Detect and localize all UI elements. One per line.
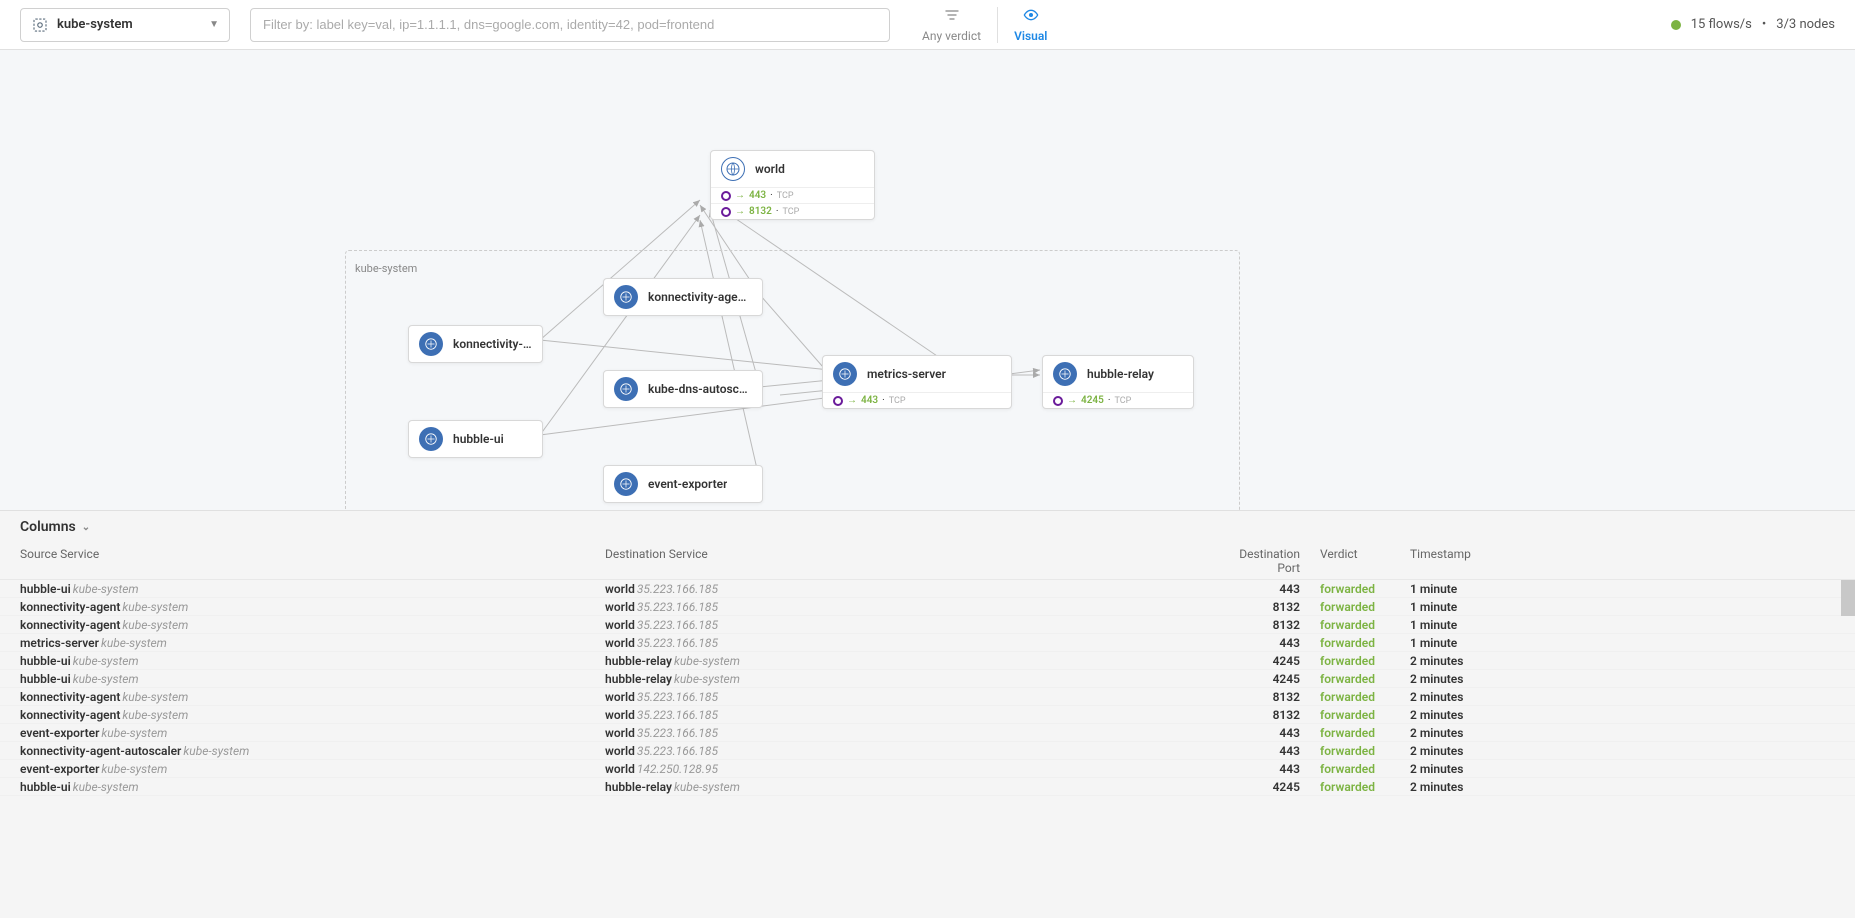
node-metrics-server[interactable]: metrics-server →443·TCP: [822, 355, 1012, 409]
k8s-icon: [614, 377, 638, 401]
col-port[interactable]: Destination Port: [1235, 547, 1320, 575]
node-port: →443·TCP: [711, 187, 874, 203]
namespace-box-label: kube-system: [355, 262, 417, 275]
verdict-icon: [943, 7, 961, 27]
filter-input[interactable]: [250, 8, 890, 42]
node-title: hubble-ui: [453, 432, 504, 446]
table-row[interactable]: hubble-uikube-systemhubble-relaykube-sys…: [0, 670, 1855, 688]
col-dest[interactable]: Destination Service: [605, 547, 1235, 575]
any-verdict-button[interactable]: Any verdict: [906, 3, 997, 47]
table-row[interactable]: konnectivity-agentkube-systemworld35.223…: [0, 688, 1855, 706]
chevron-down-icon: ⌄: [82, 522, 90, 533]
node-title: world: [755, 162, 785, 176]
table-row[interactable]: konnectivity-agent-autoscalerkube-system…: [0, 742, 1855, 760]
node-kube-dns-autoscaler[interactable]: kube-dns-autoscaler: [603, 370, 763, 408]
visual-label: Visual: [1014, 29, 1047, 43]
scrollbar-thumb[interactable]: [1841, 580, 1855, 616]
node-title: konnectivity-agent: [453, 337, 532, 351]
table-row[interactable]: event-exporterkube-systemworld35.223.166…: [0, 724, 1855, 742]
k8s-icon: [1053, 362, 1077, 386]
k8s-icon: [614, 472, 638, 496]
table-header-row: Source Service Destination Service Desti…: [0, 543, 1855, 580]
namespace-select[interactable]: kube-system ▼: [20, 8, 230, 42]
col-verdict[interactable]: Verdict: [1320, 547, 1410, 575]
columns-toggle[interactable]: Columns ⌄: [0, 511, 1855, 543]
topbar: kube-system ▼ Any verdict Visual 15 flow…: [0, 0, 1855, 50]
view-selector: Any verdict Visual: [906, 3, 1063, 47]
node-konnectivity-agent[interactable]: konnectivity-agent: [408, 325, 543, 363]
node-title: metrics-server: [867, 367, 946, 381]
chevron-down-icon: ▼: [209, 19, 219, 30]
eye-icon: [1022, 7, 1040, 27]
table-row[interactable]: konnectivity-agentkube-systemworld35.223…: [0, 616, 1855, 634]
k8s-icon: [833, 362, 857, 386]
col-ts[interactable]: Timestamp: [1410, 547, 1550, 575]
status-bar: 15 flows/s • 3/3 nodes: [1671, 17, 1835, 32]
status-dot-sep: •: [1762, 17, 1766, 32]
flows-table: Columns ⌄ Source Service Destination Ser…: [0, 510, 1855, 796]
node-event-exporter[interactable]: event-exporter: [603, 465, 763, 503]
status-dot-icon: [1671, 20, 1681, 30]
table-row[interactable]: konnectivity-agentkube-systemworld35.223…: [0, 706, 1855, 724]
node-port: →443·TCP: [823, 392, 1011, 408]
nodes-count: 3/3 nodes: [1776, 17, 1835, 32]
k8s-icon: [614, 285, 638, 309]
topology-canvas[interactable]: kube-system world →443·TCP →8132·TCP kon…: [0, 50, 1855, 510]
node-port: →4245·TCP: [1043, 392, 1193, 408]
k8s-icon: [419, 332, 443, 356]
columns-label: Columns: [20, 519, 76, 535]
table-row[interactable]: hubble-uikube-systemhubble-relaykube-sys…: [0, 778, 1855, 796]
node-title: kube-dns-autoscaler: [648, 382, 752, 396]
node-title: konnectivity-agent-autosc...: [648, 290, 752, 304]
node-title: event-exporter: [648, 477, 727, 491]
col-source[interactable]: Source Service: [20, 547, 605, 575]
table-row[interactable]: hubble-uikube-systemworld35.223.166.1854…: [0, 580, 1855, 598]
namespace-icon: [31, 16, 49, 34]
node-title: hubble-relay: [1087, 367, 1154, 381]
table-body: hubble-uikube-systemworld35.223.166.1854…: [0, 580, 1855, 796]
node-hubble-ui[interactable]: hubble-ui: [408, 420, 543, 458]
table-row[interactable]: metrics-serverkube-systemworld35.223.166…: [0, 634, 1855, 652]
visual-button[interactable]: Visual: [998, 3, 1063, 47]
node-world[interactable]: world →443·TCP →8132·TCP: [710, 150, 875, 220]
node-port: →8132·TCP: [711, 203, 874, 219]
any-verdict-label: Any verdict: [922, 29, 981, 43]
flows-rate: 15 flows/s: [1691, 17, 1752, 32]
node-hubble-relay[interactable]: hubble-relay →4245·TCP: [1042, 355, 1194, 409]
namespace-label: kube-system: [57, 17, 209, 32]
node-konnectivity-agent-autoscaler[interactable]: konnectivity-agent-autosc...: [603, 278, 763, 316]
table-row[interactable]: konnectivity-agentkube-systemworld35.223…: [0, 598, 1855, 616]
table-row[interactable]: hubble-uikube-systemhubble-relaykube-sys…: [0, 652, 1855, 670]
k8s-icon: [419, 427, 443, 451]
globe-icon: [721, 157, 745, 181]
table-row[interactable]: event-exporterkube-systemworld142.250.12…: [0, 760, 1855, 778]
